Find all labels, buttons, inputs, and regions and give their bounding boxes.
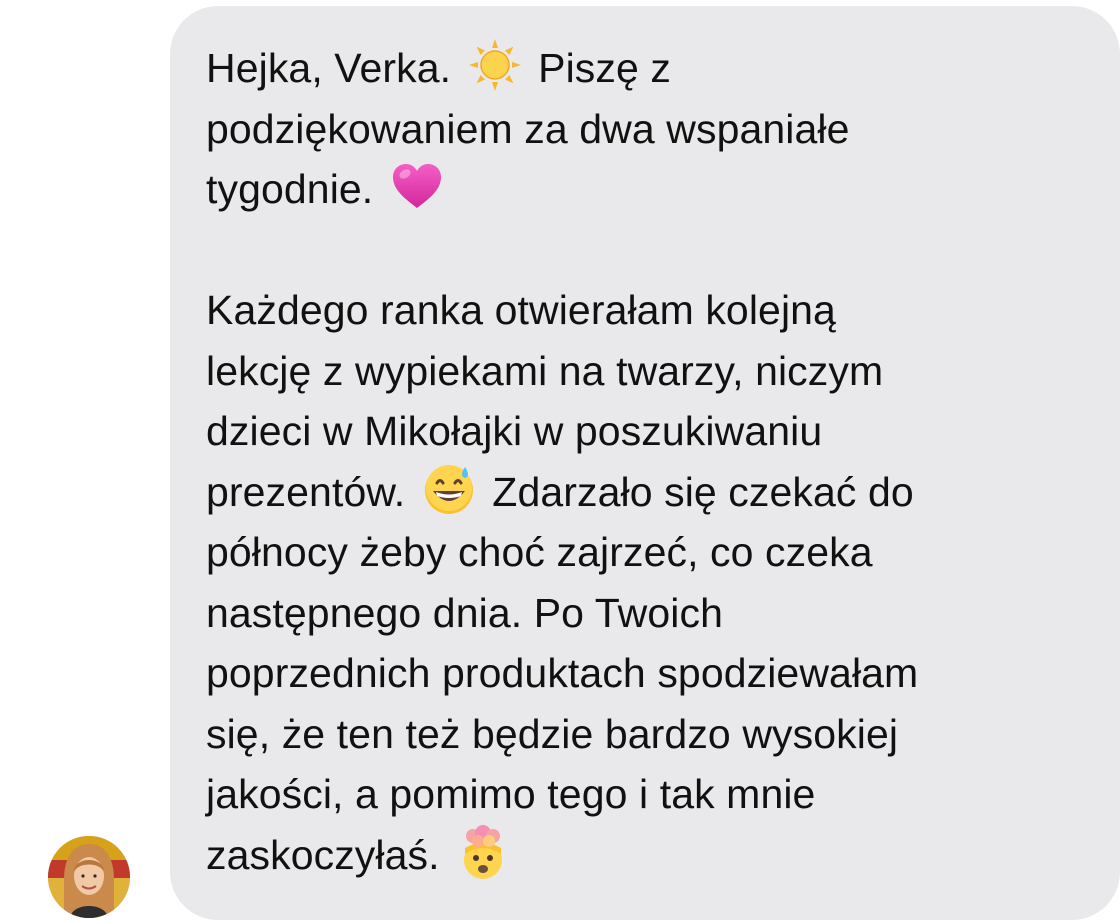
message-line: lekcję z wypiekami na twarzy, niczym: [206, 347, 884, 394]
message-line: następnego dnia. Po Twoich: [206, 589, 724, 636]
sun-icon: [467, 37, 523, 93]
message-line: zaskoczyłaś.: [206, 824, 1086, 886]
message-text: Hejka, Verka. Piszę z podziękowaniem za …: [206, 38, 1086, 885]
message-line: północy żeby choć zajrzeć, co czeka: [206, 529, 873, 575]
grinning-sweat-icon: [421, 461, 477, 517]
pink-heart-icon: [389, 158, 445, 214]
message-line: dzieci w Mikołajki w poszukiwaniu: [206, 408, 823, 454]
message-line: prezentów. Zdarzało się czekać do: [206, 462, 1086, 523]
message-line: tygodnie.: [206, 159, 1086, 220]
message-line: podziękowaniem za dwa wspaniałe: [206, 105, 850, 152]
exploding-head-icon: [455, 824, 511, 880]
message-line: Hejka, Verka. Piszę z: [206, 38, 1086, 99]
message-line: jakości, a pomimo tego i tak mnie: [206, 771, 816, 817]
avatar[interactable]: [48, 836, 130, 918]
message-line: się, że ten też będzie bardzo wysokiej: [206, 710, 899, 757]
message-line: poprzednich produktach spodziewałam: [206, 650, 919, 696]
message-line: Każdego ranka otwierałam kolejną: [206, 287, 836, 333]
